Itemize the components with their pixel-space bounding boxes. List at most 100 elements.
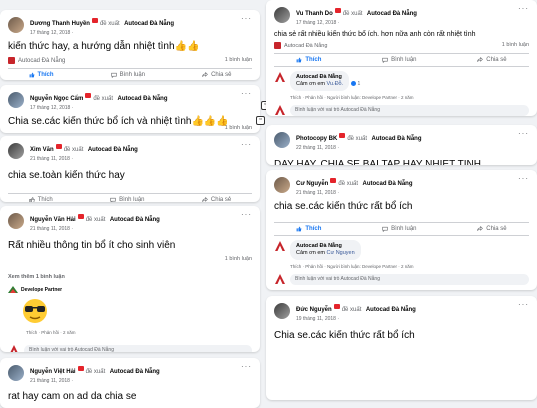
recommend-icon [77, 214, 84, 220]
post-date[interactable]: 17 tháng 12, 2018 · [296, 19, 529, 28]
share-button[interactable]: Chia sẻ [202, 72, 231, 78]
page-name[interactable]: Autocad Đà Nẵng [88, 147, 138, 153]
page-tag[interactable]: Autocad Đà Nẵng [8, 57, 65, 64]
reviewer-name[interactable]: Nguyễn Văn Hải [30, 217, 76, 223]
collapse-handle[interactable]: ▫ [256, 116, 265, 125]
more-options-icon[interactable]: ··· [518, 4, 529, 13]
autocad-logo-icon [10, 345, 18, 352]
tagged-user[interactable]: Cư Nguyen [327, 250, 355, 256]
more-options-icon[interactable]: ··· [241, 14, 252, 23]
more-options-icon[interactable]: ··· [518, 129, 529, 138]
autocad-logo-icon [274, 42, 281, 49]
comment-meta[interactable]: Thích · Phản hồi · 2 năm [0, 330, 260, 335]
autocad-logo-icon [275, 105, 285, 115]
post-date[interactable]: 21 tháng 11, 2018 · [30, 155, 252, 164]
review-text: Chia se.các kiến thức rất bổ ích [274, 330, 415, 341]
comment-button[interactable]: Bình luận [382, 226, 417, 232]
comment-count[interactable]: 1 bình luận [502, 42, 529, 49]
post-date[interactable]: 17 tháng 12, 2018 · [30, 29, 252, 38]
like-button[interactable]: Thích [29, 72, 54, 78]
commenter-name[interactable]: Develope Partner [21, 287, 62, 293]
tagged-user[interactable]: Vu.Đỗ. [327, 81, 344, 87]
more-options-icon[interactable]: ··· [518, 300, 529, 309]
share-button[interactable]: Chia sẻ [477, 57, 507, 63]
comment-button[interactable]: Bình luận [110, 72, 145, 79]
review-text: Rất nhiều thông tin bổ ít cho sinh viên [8, 240, 176, 251]
reviewer-name[interactable]: Xim Văn [30, 147, 54, 153]
review-text: chia sẻ rất nhiều kiến thức bổ ích. hơn … [274, 31, 476, 38]
reviewer-name[interactable]: Cư Nguyễn [296, 181, 328, 187]
page-name[interactable]: Autocad Đà Nẵng [366, 307, 416, 313]
avatar[interactable] [8, 92, 24, 108]
reply-author[interactable]: Autocad Đà Nẵng [296, 243, 342, 249]
share-button[interactable]: Chia sẻ [477, 226, 507, 232]
page-name[interactable]: Autocad Đà Nẵng [110, 369, 160, 375]
comment-button[interactable]: Bình luận [110, 197, 145, 202]
comment-icon [110, 72, 117, 79]
reply-bubble: Autocad Đà Nẵng Cảm ơn em Vu.Đỗ. [290, 71, 350, 91]
comment-icon [382, 57, 388, 63]
review-card: Nguyễn Ngọc Cẩm đề xuất Autocad Đà Nẵng 1… [0, 85, 260, 133]
view-more-comments-link[interactable]: Xem thêm 1 bình luận [0, 272, 260, 282]
reviewer-name[interactable]: Nguyễn Việt Hải [30, 369, 76, 375]
reviewer-name[interactable]: Đức Nguyễn [296, 307, 332, 313]
comment-input[interactable]: Bình luận với vai trò Autocad Đà Nẵng [24, 344, 252, 352]
reviewer-name[interactable]: Vu Thanh Do [296, 11, 333, 17]
more-options-icon[interactable]: ··· [241, 89, 252, 98]
reviewer-name[interactable]: Photocopy BK [296, 136, 337, 142]
post-date[interactable]: 21 tháng 11, 2018 · [30, 225, 252, 234]
avatar[interactable] [274, 7, 290, 23]
page-tag[interactable]: Autocad Đà Nẵng [274, 42, 327, 49]
post-date[interactable]: 21 tháng 11, 2018 · [30, 377, 252, 386]
more-options-icon[interactable]: ··· [518, 174, 529, 183]
like-button[interactable]: Thích [29, 197, 53, 202]
more-options-icon[interactable]: ··· [241, 362, 252, 371]
review-card: Cư Nguyễn đề xuất Autocad Đà Nẵng 21 thán… [266, 170, 537, 290]
avatar[interactable] [274, 132, 290, 148]
page-name[interactable]: Autocad Đà Nẵng [363, 181, 413, 187]
thumbs-up-icon [296, 226, 302, 232]
avatar[interactable] [8, 213, 24, 229]
sunglasses-emoji-icon [23, 299, 47, 323]
avatar[interactable] [274, 177, 290, 193]
comment-count[interactable]: 1 bình luận [225, 57, 252, 64]
develope-partner-logo-icon [8, 286, 18, 293]
like-button[interactable]: Thích [296, 226, 321, 232]
reviewer-name[interactable]: Nguyễn Ngọc Cẩm [30, 96, 83, 102]
more-options-icon[interactable]: ··· [241, 140, 252, 149]
review-card: Photocopy BK đề xuất Autocad Đà Nẵng 22 t… [266, 125, 537, 165]
page-name[interactable]: Autocad Đà Nẵng [124, 21, 174, 27]
avatar[interactable] [8, 143, 24, 159]
comment-input[interactable]: Bình luận với vai trò Autocad Đà Nẵng [290, 104, 529, 116]
review-card: Xim Văn đề xuất Autocad Đà Nẵng 21 tháng … [0, 136, 260, 202]
more-options-icon[interactable]: ··· [241, 210, 252, 219]
like-button[interactable]: Thích [296, 57, 321, 63]
reaction-count[interactable]: 1 [351, 81, 360, 87]
review-card: Đức Nguyễn đề xuất Autocad Đà Nẵng 19 thá… [266, 296, 537, 400]
recommend-icon [77, 366, 84, 372]
comment-count[interactable]: 1 bình luận [225, 256, 252, 262]
page-name[interactable]: Autocad Đà Nẵng [367, 11, 417, 17]
avatar[interactable] [274, 303, 290, 319]
post-date[interactable]: 17 tháng 12, 2018 · [30, 104, 252, 113]
reviewer-name[interactable]: Dương Thanh Huyền [30, 21, 90, 27]
post-date[interactable]: 21 tháng 11, 2018 · [296, 189, 529, 198]
reply-author[interactable]: Autocad Đà Nẵng [296, 74, 342, 80]
comment-button[interactable]: Bình luận [382, 57, 417, 63]
review-text: Chia se.các kiến thức bổ ích và nhiệt tì… [8, 116, 229, 127]
review-card: Nguyễn Văn Hải đề xuất Autocad Đà Nẵng 21… [0, 206, 260, 352]
comment-count[interactable]: 1 bình luận [225, 125, 252, 131]
review-card: Nguyễn Việt Hải đề xuất Autocad Đà Nẵng 2… [0, 358, 260, 408]
comment-input[interactable]: Bình luận với vai trò Autocad Đà Nẵng [290, 273, 529, 285]
page-name[interactable]: Autocad Đà Nẵng [117, 96, 167, 102]
avatar[interactable] [8, 17, 24, 33]
share-button[interactable]: Chia sẻ [202, 197, 231, 202]
thumbs-up-icon [29, 72, 34, 78]
post-date[interactable]: 19 tháng 11, 2018 · [296, 315, 529, 324]
share-icon [477, 226, 484, 231]
post-date[interactable]: 22 tháng 11, 2018 · [296, 144, 529, 153]
page-name[interactable]: Autocad Đà Nẵng [110, 217, 160, 223]
page-name[interactable]: Autocad Đà Nẵng [371, 136, 421, 142]
thumbs-up-icon [29, 197, 35, 202]
avatar[interactable] [8, 365, 24, 381]
